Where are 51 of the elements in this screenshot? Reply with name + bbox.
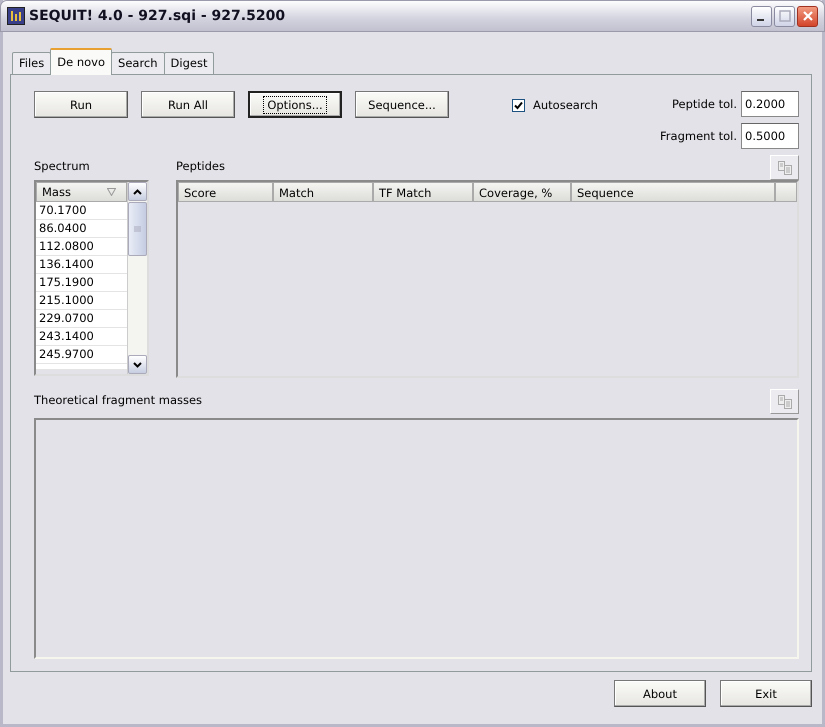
footer-button[interactable]: About bbox=[614, 680, 706, 707]
input-field[interactable]: 0.2000 bbox=[741, 91, 799, 117]
copy-button[interactable] bbox=[770, 155, 799, 180]
section-label: Theoretical fragment masses bbox=[34, 392, 202, 409]
action-button[interactable]: Run bbox=[34, 91, 128, 118]
action-button[interactable]: Run All bbox=[141, 91, 235, 118]
minimize-icon bbox=[756, 19, 764, 21]
table-cell: 86.0400 bbox=[36, 220, 128, 238]
table-cell: 245.9700 bbox=[36, 346, 128, 364]
blank-column-header bbox=[775, 182, 797, 202]
field-label: Peptide tol. bbox=[672, 97, 737, 111]
section-label: Spectrum bbox=[34, 158, 91, 175]
table-cell: 70.1700 bbox=[36, 202, 128, 220]
tab[interactable]: De novo bbox=[50, 48, 112, 75]
table-cell: 175.1900 bbox=[36, 274, 128, 292]
tab[interactable]: Digest bbox=[164, 52, 214, 74]
sort-icon bbox=[107, 188, 116, 196]
column-header[interactable]: Coverage, % bbox=[473, 182, 571, 202]
close-icon bbox=[802, 10, 814, 22]
column-header[interactable]: Match bbox=[273, 182, 373, 202]
copy-button[interactable] bbox=[770, 389, 799, 414]
grip-icon bbox=[134, 226, 142, 232]
table-cell: 215.1000 bbox=[36, 292, 128, 310]
action-button[interactable]: Options... bbox=[248, 91, 342, 118]
tab[interactable]: Files bbox=[12, 52, 52, 74]
checkbox-label: Autosearch bbox=[533, 98, 598, 112]
scroll-up-icon bbox=[133, 188, 142, 194]
copy-icon bbox=[776, 160, 792, 174]
column-header[interactable]: Mass bbox=[36, 182, 128, 202]
input-field[interactable]: 0.5000 bbox=[741, 123, 799, 149]
minimize-button[interactable] bbox=[751, 6, 772, 26]
scrollbar[interactable] bbox=[127, 182, 147, 374]
tab[interactable]: Search bbox=[111, 52, 165, 74]
app-icon bbox=[7, 7, 25, 25]
column-header[interactable]: TF Match bbox=[373, 182, 473, 202]
action-button[interactable]: Sequence... bbox=[355, 91, 449, 118]
scroll-down-icon bbox=[133, 362, 142, 368]
section-label: Peptides bbox=[176, 158, 225, 175]
table-cell: 112.0800 bbox=[36, 238, 128, 256]
maximize-icon bbox=[778, 10, 790, 22]
column-header[interactable]: Score bbox=[178, 182, 273, 202]
table-cell: 229.0700 bbox=[36, 310, 128, 328]
table-cell: 243.1400 bbox=[36, 328, 128, 346]
window-title: SEQUIT! 4.0 - 927.sqi - 927.5200 bbox=[29, 8, 286, 24]
close-button[interactable] bbox=[797, 6, 818, 26]
column-header[interactable]: Sequence bbox=[571, 182, 775, 202]
field-label: Fragment tol. bbox=[660, 129, 737, 143]
footer-button[interactable]: Exit bbox=[720, 680, 812, 707]
checkbox[interactable] bbox=[512, 98, 525, 112]
copy-icon bbox=[776, 394, 792, 408]
table-cell: 136.1400 bbox=[36, 256, 128, 274]
